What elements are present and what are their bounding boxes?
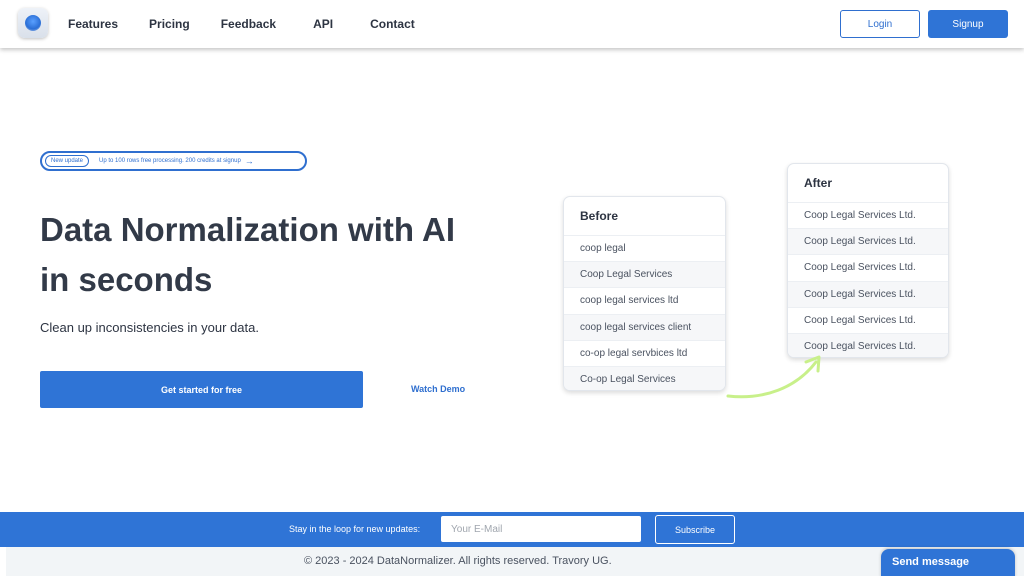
nav-link-api[interactable]: API xyxy=(313,17,333,31)
newsletter-bar: Stay in the loop for new updates: Subscr… xyxy=(0,512,1024,547)
logo-orb xyxy=(25,15,41,31)
get-started-button[interactable]: Get started for free xyxy=(40,371,363,408)
list-item: coop legal services ltd xyxy=(564,287,725,313)
list-item: Coop Legal Services xyxy=(564,261,725,288)
hero-title-line2: in seconds xyxy=(40,261,213,298)
nav-link-features[interactable]: Features xyxy=(68,17,118,31)
update-banner[interactable]: New update Up to 100 rows free processin… xyxy=(40,151,307,171)
top-navbar: Features Pricing Feedback API Contact Lo… xyxy=(0,0,1024,48)
copyright-text: © 2023 - 2024 DataNormalizer. All rights… xyxy=(304,555,612,567)
nav-links: Features Pricing Feedback API Contact xyxy=(68,0,415,48)
update-banner-text: Up to 100 rows free processing. 200 cred… xyxy=(99,158,241,164)
before-card: Before coop legal Coop Legal Services co… xyxy=(563,196,726,391)
login-button[interactable]: Login xyxy=(840,10,920,38)
list-item: Coop Legal Services Ltd. xyxy=(788,202,948,228)
subscribe-button[interactable]: Subscribe xyxy=(655,515,735,544)
hero-subtitle: Clean up inconsistencies in your data. xyxy=(40,320,259,335)
hero-title-line1: Data Normalization with AI xyxy=(40,211,455,248)
nav-link-feedback[interactable]: Feedback xyxy=(221,17,276,31)
list-item: co-op legal servbices ltd xyxy=(564,339,725,366)
list-item: Co-op Legal Services xyxy=(564,365,725,390)
before-card-rows: coop legal Coop Legal Services coop lega… xyxy=(564,235,725,390)
footer: © 2023 - 2024 DataNormalizer. All rights… xyxy=(6,547,1024,576)
list-item: Coop Legal Services Ltd. xyxy=(788,306,948,333)
list-item: Coop Legal Services Ltd. xyxy=(788,280,948,307)
before-card-title: Before xyxy=(580,209,619,223)
send-message-button[interactable]: Send message xyxy=(881,549,1015,576)
list-item: Coop Legal Services Ltd. xyxy=(788,228,948,255)
signup-button[interactable]: Signup xyxy=(928,10,1008,38)
nav-link-contact[interactable]: Contact xyxy=(370,17,415,31)
curved-arrow-icon xyxy=(726,355,821,399)
logo-icon[interactable] xyxy=(18,8,48,38)
after-card-rows: Coop Legal Services Ltd. Coop Legal Serv… xyxy=(788,202,948,357)
newsletter-label: Stay in the loop for new updates: xyxy=(289,524,421,534)
after-card-title: After xyxy=(804,176,833,190)
nav-link-pricing[interactable]: Pricing xyxy=(149,17,190,31)
email-input[interactable] xyxy=(441,516,641,542)
hero-title: Data Normalization with AI in seconds xyxy=(40,205,510,305)
after-card: After Coop Legal Services Ltd. Coop Lega… xyxy=(787,163,949,358)
watch-demo-link[interactable]: Watch Demo xyxy=(411,384,465,394)
list-item: coop legal xyxy=(564,235,725,261)
list-item: Coop Legal Services Ltd. xyxy=(788,254,948,280)
list-item: coop legal services client xyxy=(564,313,725,340)
arrow-right-icon: → xyxy=(244,155,254,166)
new-update-badge: New update xyxy=(45,155,90,167)
